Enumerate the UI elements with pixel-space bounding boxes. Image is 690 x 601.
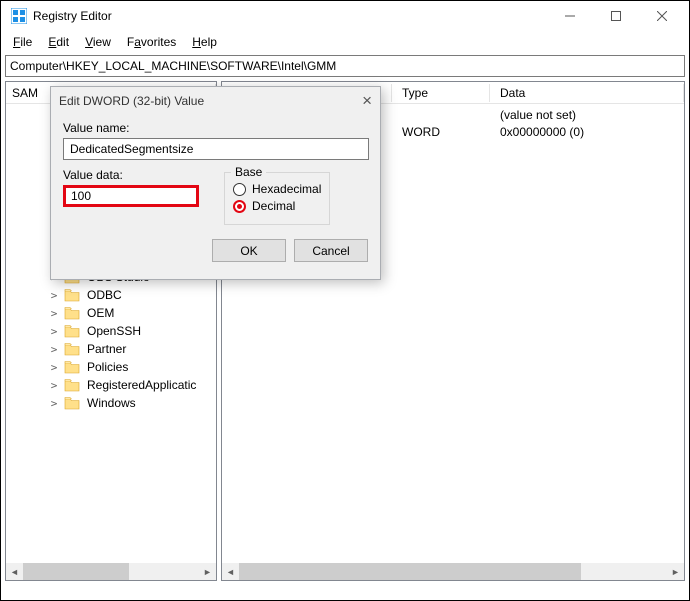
scroll-right-icon[interactable]: ► xyxy=(199,563,216,580)
radio-hexadecimal[interactable]: Hexadecimal xyxy=(233,182,321,196)
tree-item-label: Policies xyxy=(84,359,131,375)
menu-help[interactable]: Help xyxy=(184,33,225,51)
minimize-button[interactable] xyxy=(547,1,593,31)
close-button[interactable] xyxy=(639,1,685,31)
radio-decimal[interactable]: Decimal xyxy=(233,199,321,213)
maximize-button[interactable] xyxy=(593,1,639,31)
folder-icon xyxy=(64,288,80,302)
tree-horizontal-scrollbar[interactable]: ◄ ► xyxy=(6,563,216,580)
tree-item-label: Partner xyxy=(84,341,129,357)
ok-button[interactable]: OK xyxy=(212,239,286,262)
base-legend: Base xyxy=(231,165,266,179)
tree-item[interactable]: > RegisteredApplicatic xyxy=(6,376,216,394)
expand-icon[interactable]: > xyxy=(48,307,60,320)
col-header-data[interactable]: Data xyxy=(490,84,684,102)
tree-item[interactable]: > OEM xyxy=(6,304,216,322)
menu-bar: File Edit View Favorites Help xyxy=(1,31,689,53)
scroll-left-icon[interactable]: ◄ xyxy=(6,563,23,580)
tree-item[interactable]: > Partner xyxy=(6,340,216,358)
value-data-field[interactable]: 100 xyxy=(63,185,199,207)
menu-edit[interactable]: Edit xyxy=(40,33,77,51)
tree-item-label: RegisteredApplicatic xyxy=(84,377,199,393)
cancel-button[interactable]: Cancel xyxy=(294,239,368,262)
folder-icon xyxy=(64,396,80,410)
value-name-field[interactable]: DedicatedSegmentsize xyxy=(63,138,369,160)
expand-icon[interactable]: > xyxy=(48,397,60,410)
expand-icon[interactable]: > xyxy=(48,379,60,392)
folder-icon xyxy=(64,360,80,374)
radio-icon xyxy=(233,183,246,196)
tree-item-label: OEM xyxy=(84,305,117,321)
expand-icon[interactable]: > xyxy=(48,289,60,302)
tree-item[interactable]: > Windows xyxy=(6,394,216,412)
dialog-close-button[interactable]: × xyxy=(346,91,372,111)
address-text: Computer\HKEY_LOCAL_MACHINE\SOFTWARE\Int… xyxy=(10,59,336,73)
scroll-left-icon[interactable]: ◄ xyxy=(222,563,239,580)
tree-item[interactable]: > ODBC xyxy=(6,286,216,304)
tree-item-label: OpenSSH xyxy=(84,323,144,339)
tree-item-label: ODBC xyxy=(84,287,125,303)
menu-view[interactable]: View xyxy=(77,33,119,51)
address-bar[interactable]: Computer\HKEY_LOCAL_MACHINE\SOFTWARE\Int… xyxy=(5,55,685,77)
tree-item-label: Windows xyxy=(84,395,139,411)
folder-icon xyxy=(64,306,80,320)
folder-icon xyxy=(64,378,80,392)
radio-icon xyxy=(233,200,246,213)
dialog-title: Edit DWORD (32-bit) Value xyxy=(59,94,346,108)
expand-icon[interactable]: > xyxy=(48,343,60,356)
folder-icon xyxy=(64,342,80,356)
dialog-title-bar[interactable]: Edit DWORD (32-bit) Value × xyxy=(51,87,380,115)
menu-favorites[interactable]: Favorites xyxy=(119,33,184,51)
scroll-right-icon[interactable]: ► xyxy=(667,563,684,580)
tree-item[interactable]: > OpenSSH xyxy=(6,322,216,340)
value-data-label: Value data: xyxy=(63,168,220,182)
window-title: Registry Editor xyxy=(33,9,547,23)
edit-dword-dialog: Edit DWORD (32-bit) Value × Value name: … xyxy=(50,86,381,280)
app-icon xyxy=(11,8,27,24)
base-fieldset: Base Hexadecimal Decimal xyxy=(224,172,330,225)
list-horizontal-scrollbar[interactable]: ◄ ► xyxy=(222,563,684,580)
menu-file[interactable]: File xyxy=(5,33,40,51)
value-name-label: Value name: xyxy=(63,121,368,135)
tree-header-label: SAM xyxy=(12,86,38,100)
tree-item[interactable]: > Policies xyxy=(6,358,216,376)
expand-icon[interactable]: > xyxy=(48,361,60,374)
title-bar: Registry Editor xyxy=(1,1,689,31)
folder-icon xyxy=(64,324,80,338)
expand-icon[interactable]: > xyxy=(48,325,60,338)
col-header-type[interactable]: Type xyxy=(392,84,490,102)
